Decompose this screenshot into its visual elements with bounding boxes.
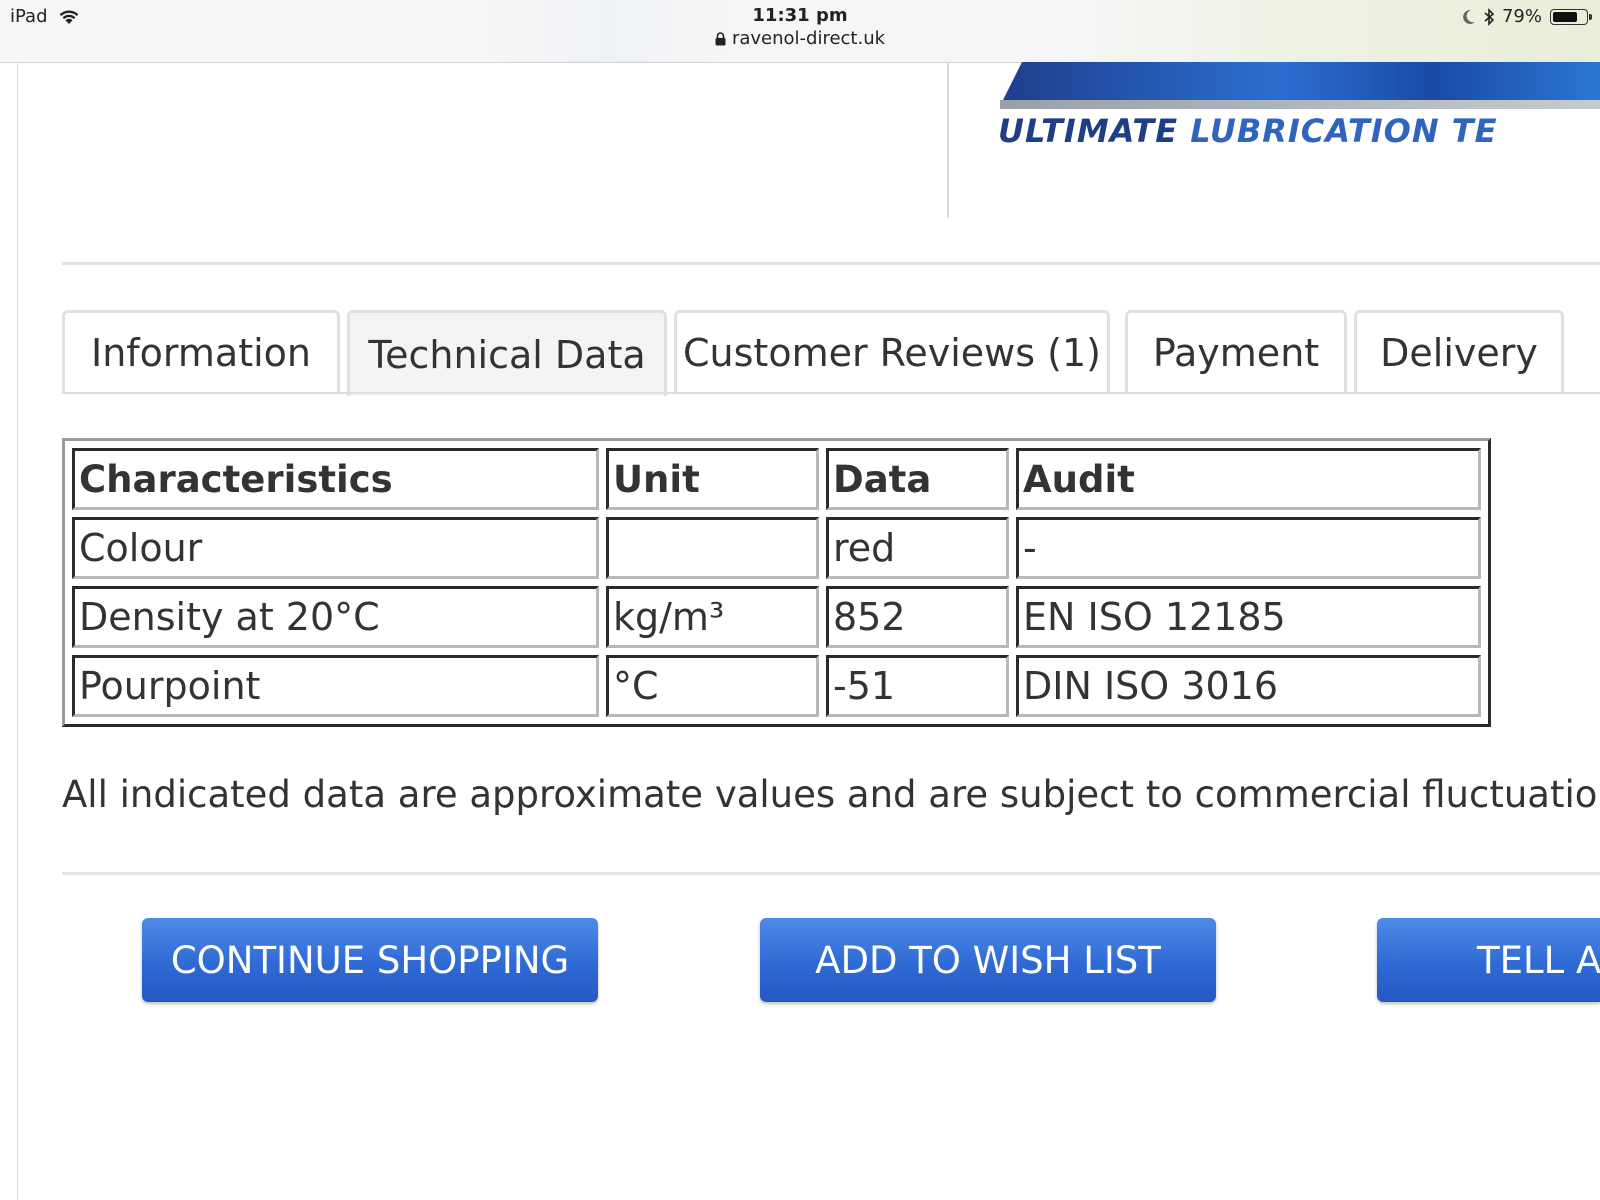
- header-characteristics: Characteristics: [72, 448, 599, 510]
- table-cell: -51: [826, 655, 1009, 717]
- table-cell: 852: [826, 586, 1009, 648]
- table-cell: red: [826, 517, 1009, 579]
- continue-shopping-button[interactable]: CONTINUE SHOPPING: [142, 918, 598, 1002]
- tab-information[interactable]: Information: [62, 310, 340, 392]
- table-row: Colour red -: [72, 517, 1481, 579]
- moon-icon: [1463, 9, 1475, 24]
- table-cell: Colour: [72, 517, 599, 579]
- section-divider: [62, 262, 1600, 265]
- page-left-border: [17, 62, 18, 1200]
- table-cell: Pourpoint: [72, 655, 599, 717]
- add-to-wish-list-button[interactable]: ADD TO WISH LIST: [760, 918, 1216, 1002]
- tab-payment[interactable]: Payment: [1125, 310, 1347, 392]
- tab-customer-reviews[interactable]: Customer Reviews (1): [674, 310, 1110, 392]
- header-audit: Audit: [1016, 448, 1481, 510]
- product-tabs: Information Technical Data Customer Revi…: [62, 310, 1600, 396]
- clock: 11:31 pm: [752, 5, 848, 26]
- section-divider: [62, 872, 1600, 875]
- table-cell: kg/m³: [606, 586, 819, 648]
- table-header-row: Characteristics Unit Data Audit: [72, 448, 1481, 510]
- column-divider: [947, 62, 949, 218]
- table-cell: [606, 517, 819, 579]
- table-cell: °C: [606, 655, 819, 717]
- lock-icon: [715, 32, 726, 46]
- tabs-baseline: [62, 392, 1600, 394]
- brand-slogan: ULTIMATE LUBRICATION TE: [998, 112, 1497, 150]
- tab-technical-data[interactable]: Technical Data: [347, 310, 667, 396]
- brand-slogan-part1: ULTIMATE: [998, 112, 1191, 150]
- tell-a-friend-button[interactable]: TELL A: [1377, 918, 1600, 1002]
- battery-percent: 79%: [1501, 6, 1542, 27]
- tab-delivery[interactable]: Delivery: [1354, 310, 1564, 392]
- table-cell: Density at 20°C: [72, 586, 599, 648]
- brand-slogan-part2: LUBRICATION TE: [1190, 112, 1498, 150]
- technical-data-table: Characteristics Unit Data Audit Colour r…: [62, 438, 1491, 727]
- battery-icon: [1550, 8, 1592, 25]
- table-row: Density at 20°C kg/m³ 852 EN ISO 12185: [72, 586, 1481, 648]
- url-text: ravenol-direct.uk: [731, 28, 886, 49]
- table-cell: -: [1016, 517, 1481, 579]
- status-center: 11:31 pm ravenol-direct.uk: [0, 5, 1600, 51]
- table-cell: DIN ISO 3016: [1016, 655, 1481, 717]
- status-bar: iPad 11:31 pm ravenol-direct.uk 79%: [0, 0, 1600, 63]
- address-bar[interactable]: ravenol-direct.uk: [715, 27, 885, 51]
- table-cell: EN ISO 12185: [1016, 586, 1481, 648]
- header-data: Data: [826, 448, 1009, 510]
- logo-banner-underline: [1000, 100, 1600, 109]
- table-row: Pourpoint °C -51 DIN ISO 3016: [72, 655, 1481, 717]
- header-unit: Unit: [606, 448, 819, 510]
- status-right: 79%: [1462, 6, 1592, 27]
- bluetooth-icon: [1484, 7, 1494, 26]
- disclaimer-text: All indicated data are approximate value…: [62, 773, 1600, 816]
